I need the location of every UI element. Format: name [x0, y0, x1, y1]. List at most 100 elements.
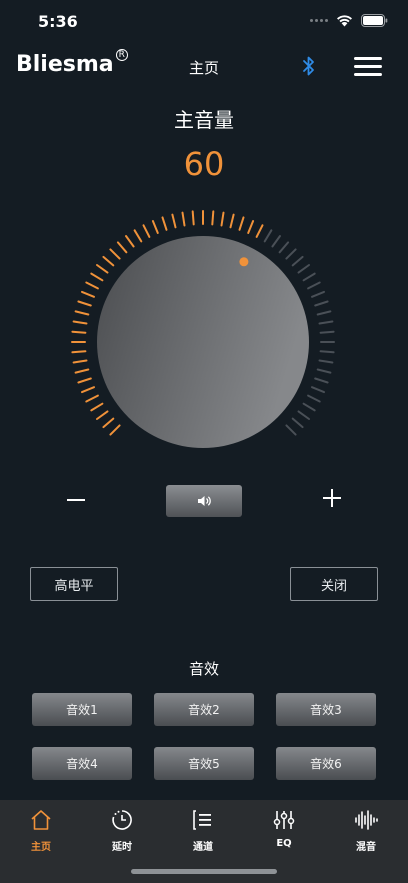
high-level-button[interactable]: 高电平	[30, 567, 118, 601]
volume-scale-tick	[71, 330, 87, 334]
effect-2-button[interactable]: 音效2	[154, 693, 254, 726]
master-volume-title: 主音量	[174, 108, 234, 132]
volume-scale-tick	[125, 235, 135, 248]
volume-scale-tick	[90, 272, 104, 282]
cellular-signal-icon	[310, 19, 328, 22]
volume-scale-tick	[96, 264, 109, 274]
volume-scale-tick	[229, 213, 235, 229]
effect-1-button[interactable]: 音效1	[32, 693, 132, 726]
volume-scale-tick	[81, 386, 95, 394]
speaker-icon	[198, 496, 211, 506]
menu-icon[interactable]	[354, 56, 382, 76]
master-volume-value: 60	[183, 145, 225, 183]
volume-scale-tick	[297, 264, 310, 274]
volume-scale-tick	[151, 220, 159, 234]
page-title: 主页	[188, 59, 219, 77]
volume-scale-tick	[133, 229, 143, 243]
knob-indicator-dot	[239, 257, 249, 267]
volume-scale-tick	[77, 300, 92, 307]
mute-button[interactable]	[166, 485, 242, 517]
volume-scale-tick	[171, 213, 177, 229]
volume-scale-tick	[291, 417, 304, 429]
tab-eq[interactable]: EQ	[254, 808, 314, 856]
volume-scale-tick	[311, 290, 325, 298]
tab-delay-label: 延时	[112, 842, 132, 853]
volume-up-button[interactable]	[320, 486, 344, 510]
volume-scale-tick	[263, 229, 273, 243]
volume-scale-tick	[191, 210, 195, 226]
tab-channel-label: 通道	[193, 842, 213, 853]
volume-scale-tick	[220, 211, 225, 227]
tab-mix-label: 混音	[356, 842, 376, 853]
volume-scale-tick	[307, 394, 321, 403]
status-time: 5:36	[38, 12, 78, 31]
timer-icon	[112, 810, 132, 830]
volume-scale-tick	[81, 290, 95, 298]
volume-scale-tick	[319, 330, 335, 334]
volume-scale-tick	[74, 368, 90, 374]
volume-scale-tick	[302, 402, 316, 412]
volume-scale-tick	[71, 350, 87, 354]
volume-scale-tick	[142, 224, 151, 238]
channel-list-icon	[193, 810, 211, 830]
volume-scale-tick	[72, 320, 88, 325]
tab-channel[interactable]: 通道	[173, 808, 233, 856]
volume-scale-tick	[238, 216, 245, 231]
home-icon	[31, 810, 51, 830]
volume-scale-tick	[285, 248, 297, 260]
volume-scale-tick	[311, 386, 325, 394]
volume-scale-tick	[109, 248, 121, 260]
nav-bar: Bliesma R 主页	[0, 44, 408, 88]
volume-scale-tick	[77, 377, 92, 384]
volume-scale-tick	[247, 220, 255, 234]
volume-scale-tick	[109, 424, 121, 436]
wifi-icon	[337, 15, 352, 27]
status-bar: 5:36	[0, 0, 408, 44]
bluetooth-icon[interactable]	[300, 54, 318, 78]
volume-knob[interactable]	[0, 200, 408, 480]
volume-scale-tick	[291, 255, 304, 267]
volume-scale-tick	[318, 359, 334, 364]
close-button[interactable]: 关闭	[290, 567, 378, 601]
equalizer-icon	[273, 811, 295, 829]
volume-scale-tick	[314, 377, 329, 384]
effect-3-button[interactable]: 音效3	[276, 693, 376, 726]
tab-mix[interactable]: 混音	[336, 808, 396, 856]
volume-scale-tick	[307, 281, 321, 290]
effects-title: 音效	[188, 660, 219, 678]
volume-scale-tick	[72, 359, 88, 364]
status-icons	[310, 14, 388, 27]
tab-delay[interactable]: 延时	[92, 808, 152, 856]
effect-6-button[interactable]: 音效6	[276, 747, 376, 780]
volume-scale-tick	[255, 224, 264, 238]
volume-scale-tick	[319, 350, 335, 354]
volume-scale-tick	[85, 394, 99, 403]
volume-scale-tick	[318, 320, 334, 325]
volume-scale-tick	[271, 235, 281, 248]
battery-icon	[361, 14, 388, 27]
volume-scale-tick	[302, 272, 316, 282]
tab-home[interactable]: 主页	[11, 808, 71, 856]
volume-scale-tick	[74, 310, 90, 316]
waveform-icon	[355, 810, 378, 830]
volume-scale-tick	[278, 241, 290, 254]
volume-scale-tick	[102, 417, 115, 429]
volume-scale-tick	[316, 310, 332, 316]
volume-scale-tick	[314, 300, 329, 307]
knob-body	[97, 236, 309, 448]
volume-scale-tick	[285, 424, 297, 436]
volume-scale-tick	[316, 368, 332, 374]
volume-scale-tick	[116, 241, 128, 254]
tab-home-label: 主页	[31, 842, 51, 853]
effect-5-button[interactable]: 音效5	[154, 747, 254, 780]
volume-scale-tick	[102, 255, 115, 267]
volume-scale-tick	[181, 211, 186, 227]
volume-scale-tick	[161, 216, 168, 231]
volume-scale-tick	[297, 410, 310, 420]
tab-eq-label: EQ	[276, 838, 292, 849]
home-indicator	[131, 869, 277, 874]
volume-scale-tick	[96, 410, 109, 420]
volume-down-button[interactable]	[64, 484, 90, 514]
effect-4-button[interactable]: 音效4	[32, 747, 132, 780]
volume-scale-tick	[85, 281, 99, 290]
